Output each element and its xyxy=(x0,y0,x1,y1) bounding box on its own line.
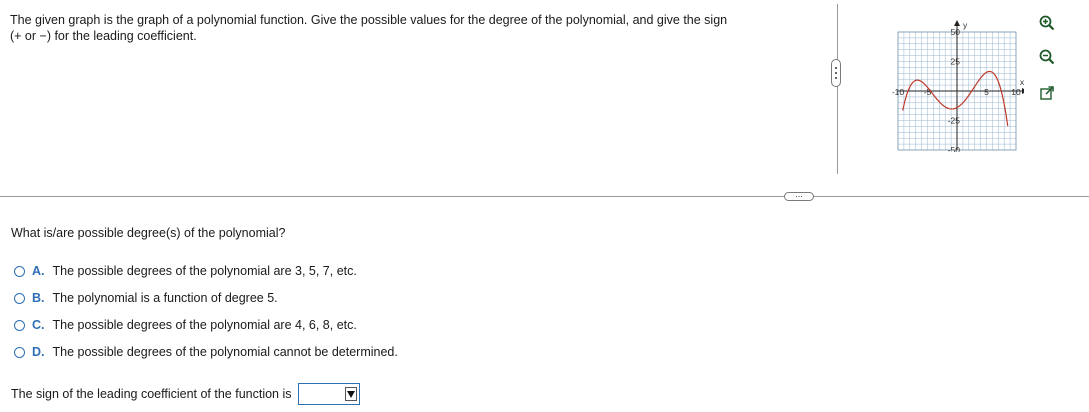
y-axis-arrow-icon xyxy=(954,20,960,26)
question-line-2: (+ or −) for the leading coefficient. xyxy=(10,29,197,43)
x-tick-label: 10 xyxy=(1011,87,1021,97)
open-new-window-button[interactable] xyxy=(1038,84,1056,102)
choice-b[interactable]: B. The polynomial is a function of degre… xyxy=(14,289,278,307)
x-tick-label: -10 xyxy=(892,87,905,97)
zoom-in-button[interactable] xyxy=(1038,14,1056,32)
y-tick-label: 25 xyxy=(951,57,961,67)
choice-text-b: The polynomial is a function of degree 5… xyxy=(52,291,278,305)
vertical-divider-handle[interactable] xyxy=(831,59,841,87)
radio-button-a[interactable] xyxy=(14,265,25,277)
y-tick-label: 50 xyxy=(951,27,961,37)
choice-a[interactable]: A. The possible degrees of the polynomia… xyxy=(14,262,357,280)
y-axis-label: y xyxy=(963,20,968,30)
choice-text-a: The possible degrees of the polynomial a… xyxy=(52,264,357,278)
horizontal-divider-handle[interactable]: ... xyxy=(784,190,814,201)
choice-text-d: The possible degrees of the polynomial c… xyxy=(52,345,398,359)
choice-letter-c: C. xyxy=(32,318,45,332)
graph-panel: -10 -5 5 10 50 25 -25 -50 x y xyxy=(884,12,1028,155)
sign-dropdown[interactable] xyxy=(297,383,360,405)
x-axis-label: x xyxy=(1020,77,1024,87)
question-line-1: The given graph is the graph of a polyno… xyxy=(10,13,728,27)
choice-letter-b: B. xyxy=(32,291,45,305)
sign-label: The sign of the leading coefficient of t… xyxy=(11,387,292,401)
question-text: The given graph is the graph of a polyno… xyxy=(10,12,810,44)
choice-d[interactable]: D. The possible degrees of the polynomia… xyxy=(14,343,398,361)
zoom-out-icon xyxy=(1039,49,1055,65)
choice-letter-a: A. xyxy=(32,264,45,278)
x-tick-label: 5 xyxy=(984,87,989,97)
radio-button-c[interactable] xyxy=(14,319,25,331)
radio-button-b[interactable] xyxy=(14,292,25,304)
choice-letter-d: D. xyxy=(32,345,45,359)
horizontal-divider xyxy=(0,196,1089,197)
y-tick-label: -25 xyxy=(948,116,961,126)
vertical-divider xyxy=(837,4,838,174)
degree-prompt: What is/are possible degree(s) of the po… xyxy=(11,226,286,240)
polynomial-graph: -10 -5 5 10 50 25 -25 -50 x y xyxy=(892,20,1028,155)
radio-button-d[interactable] xyxy=(14,346,25,358)
zoom-out-button[interactable] xyxy=(1038,48,1056,66)
y-tick-label: -50 xyxy=(948,145,961,152)
x-tick-label: -5 xyxy=(924,87,932,97)
dropdown-arrow-icon[interactable] xyxy=(344,387,357,401)
open-new-window-icon xyxy=(1040,86,1054,100)
sign-row: The sign of the leading coefficient of t… xyxy=(11,383,360,405)
zoom-in-icon xyxy=(1039,15,1055,31)
choice-c[interactable]: C. The possible degrees of the polynomia… xyxy=(14,316,357,334)
choice-text-c: The possible degrees of the polynomial a… xyxy=(52,318,357,332)
x-axis-arrow-icon xyxy=(1022,88,1028,94)
